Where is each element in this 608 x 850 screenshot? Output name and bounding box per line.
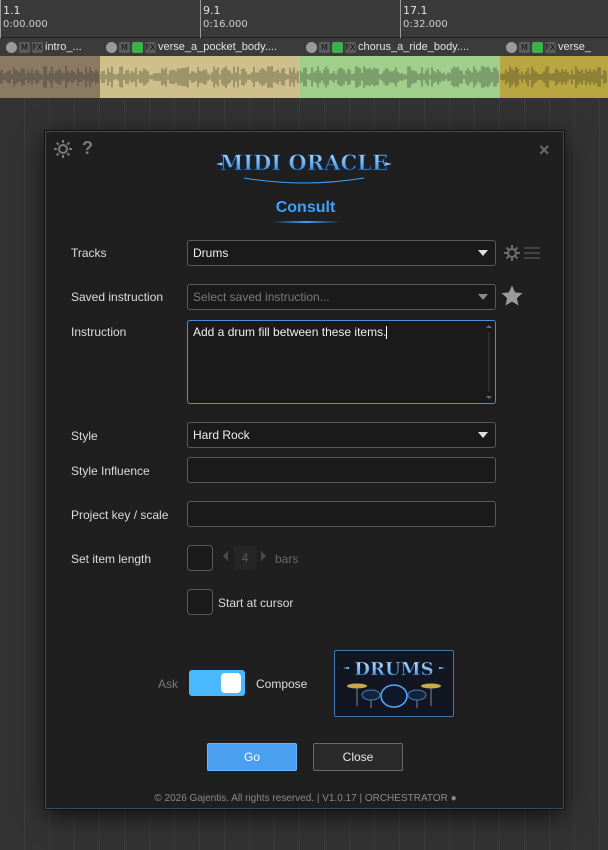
item-clock-icon[interactable] (106, 41, 117, 53)
ruler-mark: 9.1 0:16.000 (200, 0, 248, 38)
textarea-scrollbar[interactable] (485, 324, 493, 400)
item-fx-button[interactable]: FX (345, 41, 356, 53)
tracks-select-value: Drums (193, 246, 229, 260)
item-clock-icon[interactable] (6, 41, 17, 53)
item-mute-button[interactable]: M (19, 41, 30, 53)
footer-text: © 2026 Gajentis. All rights reserved. | … (154, 793, 457, 804)
media-item-chorus-a[interactable]: M FX chorus_a_ride_body.... (300, 38, 500, 98)
help-icon[interactable]: ? (82, 138, 93, 159)
chevron-down-icon (478, 250, 488, 256)
tracks-select[interactable]: Drums (187, 240, 496, 266)
saved-instruction-select[interactable]: Select saved instruction... (187, 284, 496, 310)
dialog-title: Consult (275, 199, 336, 216)
item-length-label: Set item length (71, 552, 152, 566)
chevron-down-icon (478, 432, 488, 438)
item-name: verse_a_pocket_body.... (158, 41, 278, 53)
ruler-bar-label: 9.1 (203, 4, 221, 17)
media-item-intro[interactable]: M FX intro_... (0, 38, 100, 98)
item-fx-button[interactable]: FX (32, 41, 43, 53)
gear-icon[interactable] (52, 138, 74, 165)
ask-mode-label[interactable]: Ask (158, 677, 178, 691)
item-take-icon[interactable] (332, 41, 343, 53)
close-icon[interactable]: × (539, 140, 550, 161)
item-length-unit: bars (275, 552, 299, 566)
style-influence-input[interactable] (187, 457, 496, 483)
go-button[interactable]: Go (207, 743, 297, 771)
ruler-time-label: 0:32.000 (403, 19, 448, 30)
media-item-verse-a[interactable]: M FX verse_a_pocket_body.... (100, 38, 300, 98)
ruler-mark: 1.1 0:00.000 (0, 0, 48, 38)
compose-mode-label[interactable]: Compose (256, 677, 307, 691)
style-label: Style (71, 429, 98, 443)
star-icon[interactable] (500, 284, 524, 311)
item-waveform (300, 56, 500, 98)
item-header: M FX intro_... (0, 38, 100, 56)
ruler-bar-label: 17.1 (403, 4, 428, 17)
instruction-label: Instruction (71, 325, 127, 339)
item-waveform (100, 56, 300, 98)
item-length-value[interactable]: 4 (234, 546, 256, 570)
drums-logo: DRUMS (334, 650, 454, 717)
tracks-label: Tracks (71, 246, 107, 260)
item-take-icon[interactable] (532, 41, 543, 53)
item-name: verse_ (558, 41, 592, 53)
style-select-value: Hard Rock (193, 428, 250, 442)
instruction-text: Add a drum fill between these items. (193, 325, 387, 339)
start-at-cursor-checkbox[interactable] (187, 589, 213, 615)
title-underline (272, 221, 340, 223)
item-take-icon[interactable] (132, 41, 143, 53)
item-fx-button[interactable]: FX (145, 41, 156, 53)
drum-kit-icon (347, 683, 441, 708)
ruler-time-label: 0:16.000 (203, 19, 248, 30)
item-waveform (0, 56, 100, 98)
item-name: chorus_a_ride_body.... (358, 41, 470, 53)
ruler-mark: 17.1 0:32.000 (400, 0, 448, 38)
saved-instruction-label: Saved instruction (71, 290, 164, 304)
track-settings-icon[interactable] (502, 242, 544, 267)
instruction-textarea[interactable]: Add a drum fill between these items. (187, 320, 496, 404)
drums-logo-text: DRUMS (354, 659, 433, 680)
toggle-knob (221, 673, 241, 693)
increment-arrow-icon[interactable] (261, 551, 266, 561)
item-clock-icon[interactable] (506, 41, 517, 53)
text-cursor (386, 326, 388, 340)
close-button[interactable]: Close (313, 743, 403, 771)
logo-text: MIDI ORACLE (220, 150, 388, 175)
item-name: intro_... (45, 41, 82, 53)
start-at-cursor-label: Start at cursor (218, 596, 294, 610)
consult-dialog: ? × MIDI ORACLE Consult Tracks Drums Sav… (45, 131, 564, 809)
ruler-bar-label: 1.1 (3, 4, 21, 17)
item-waveform (500, 56, 608, 98)
item-mute-button[interactable]: M (519, 41, 530, 53)
item-mute-button[interactable]: M (319, 41, 330, 53)
item-header: M FX verse_ (500, 38, 608, 56)
item-header: M FX verse_a_pocket_body.... (100, 38, 300, 56)
item-mute-button[interactable]: M (119, 41, 130, 53)
decrement-arrow-icon[interactable] (223, 551, 228, 561)
saved-instruction-placeholder: Select saved instruction... (193, 290, 330, 304)
chevron-down-icon (478, 294, 488, 300)
style-select[interactable]: Hard Rock (187, 422, 496, 448)
item-clock-icon[interactable] (306, 41, 317, 53)
item-length-checkbox[interactable] (187, 545, 213, 571)
timeline-ruler[interactable]: 1.1 0:00.000 9.1 0:16.000 17.1 0:32.000 (0, 0, 608, 38)
media-item-verse[interactable]: M FX verse_ (500, 38, 608, 98)
project-key-input[interactable] (187, 501, 496, 527)
mode-toggle[interactable] (189, 670, 245, 696)
ruler-time-label: 0:00.000 (3, 19, 48, 30)
item-header: M FX chorus_a_ride_body.... (300, 38, 500, 56)
style-influence-label: Style Influence (71, 464, 150, 478)
item-fx-button[interactable]: FX (545, 41, 556, 53)
midi-oracle-logo: MIDI ORACLE (216, 150, 392, 184)
project-key-label: Project key / scale (71, 508, 169, 522)
